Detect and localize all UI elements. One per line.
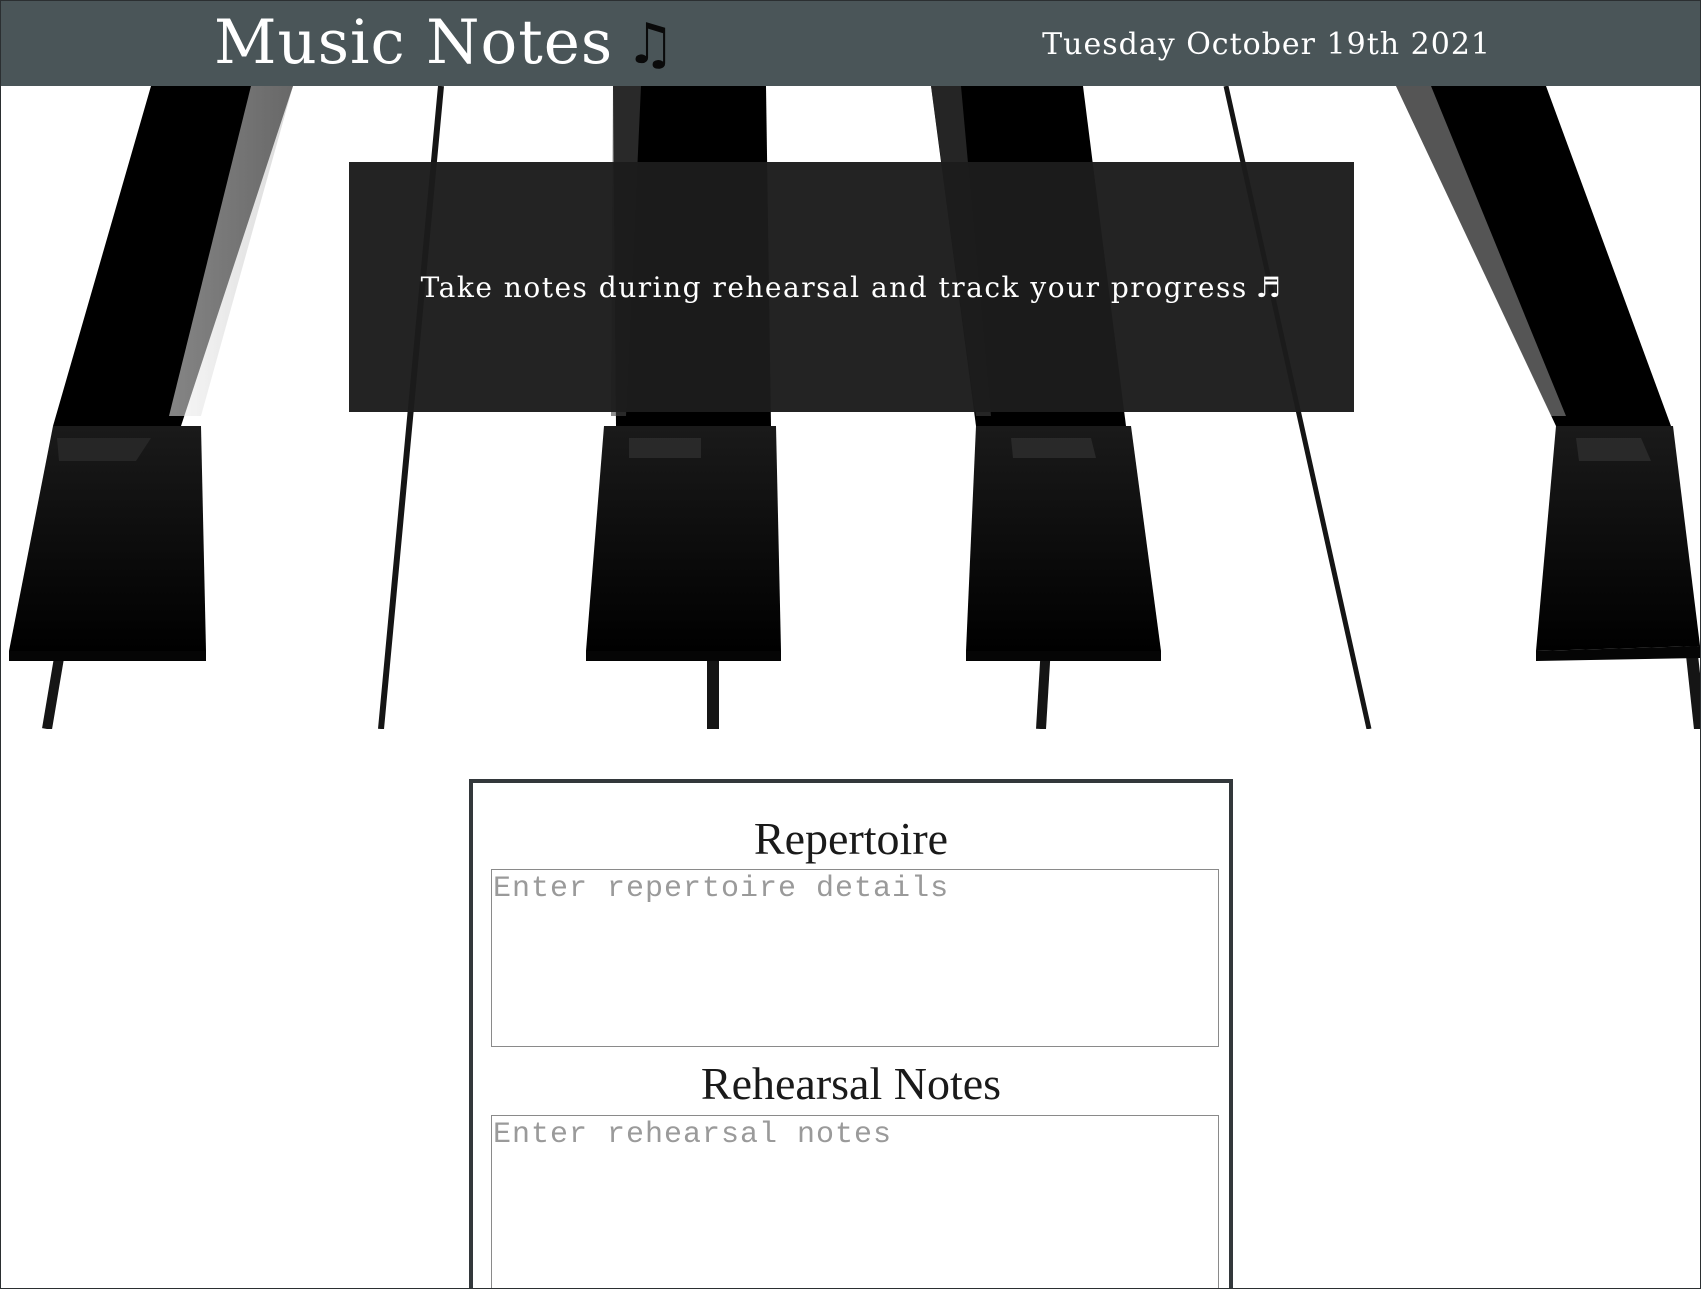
current-date: Tuesday October 19th 2021 <box>1042 27 1491 62</box>
rehearsal-notes-input[interactable] <box>491 1115 1219 1288</box>
tagline: Take notes during rehearsal and track yo… <box>421 271 1283 304</box>
music-note-icon: ♫ <box>625 12 677 77</box>
page: Music Notes♫ Tuesday October 19th 2021 <box>0 0 1701 1289</box>
hero-banner: Take notes during rehearsal and track yo… <box>1 86 1700 729</box>
repertoire-input[interactable] <box>491 869 1219 1047</box>
tagline-banner: Take notes during rehearsal and track yo… <box>349 162 1354 412</box>
app-header: Music Notes ♫ Tuesday October 19th 2021 <box>1 1 1700 86</box>
app-title-text: Music Notes <box>214 7 614 78</box>
tagline-text: Take notes during rehearsal and track yo… <box>420 270 1248 304</box>
app-title: Music Notes ♫ <box>214 3 676 85</box>
notes-form: Repertoire Rehearsal Notes <box>469 779 1233 1288</box>
rehearsal-notes-heading: Rehearsal Notes <box>700 1058 1002 1109</box>
beamed-notes-icon: ♬ <box>1255 270 1283 304</box>
repertoire-heading: Repertoire <box>753 813 949 864</box>
